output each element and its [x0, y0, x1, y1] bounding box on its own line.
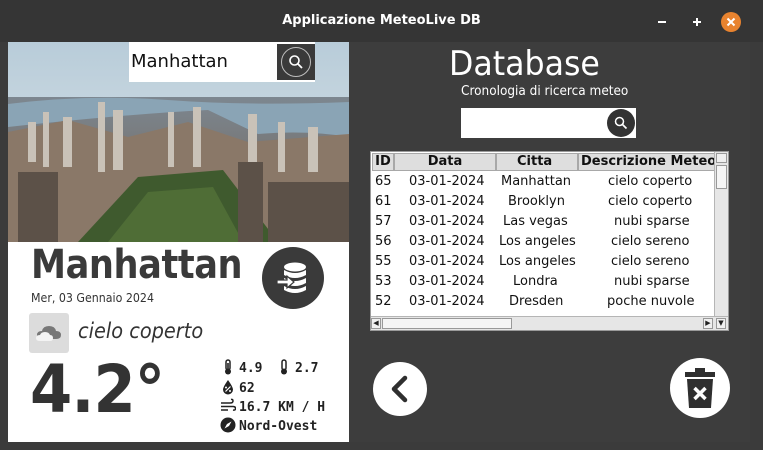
weather-panel: Manhattan Manhattan Mer, 03 Gennaio 2024 [8, 42, 349, 442]
title-bar: Applicazione MeteoLive DB [0, 0, 763, 42]
database-subtitle: Cronologia di ricerca meteo [461, 84, 629, 99]
table-row[interactable]: 52 03-01-2024 Dresden poche nuvole [371, 292, 716, 312]
save-to-database-button[interactable] [262, 247, 324, 309]
search-button[interactable] [277, 44, 315, 80]
scroll-right-arrow[interactable]: ▶ [703, 318, 713, 329]
city-search-input[interactable]: Manhattan [131, 51, 228, 72]
compass-icon [220, 417, 236, 433]
close-icon [726, 17, 736, 27]
humidity-value: 62 [239, 381, 255, 396]
back-button[interactable] [373, 362, 427, 416]
database-title: Database [449, 44, 600, 84]
wind-icon [221, 398, 236, 411]
history-table: ID Data Citta Descrizione Meteo 65 03-01… [370, 151, 729, 331]
humidity: 62 [220, 379, 255, 396]
search-icon [614, 116, 628, 130]
column-header-descrizione[interactable]: Descrizione Meteo [578, 153, 716, 171]
table-row[interactable]: 65 03-01-2024 Manhattan cielo coperto [371, 172, 716, 192]
minimize-icon [658, 21, 666, 23]
column-header-data[interactable]: Data [394, 153, 496, 171]
history-search-input[interactable] [464, 114, 604, 132]
plus-icon [693, 18, 701, 26]
table-vertical-scrollbar[interactable] [714, 152, 728, 316]
delete-history-button[interactable] [670, 358, 730, 418]
maximize-button[interactable] [687, 12, 707, 32]
trash-icon [685, 368, 715, 408]
table-row[interactable]: 55 03-01-2024 Los angeles cielo sereno [371, 252, 716, 272]
search-icon [289, 55, 303, 69]
vertical-scroll-thumb[interactable] [716, 165, 727, 189]
temp-min: 2.7 [276, 359, 318, 376]
app-window: Applicazione MeteoLive DB Manhattan Manh… [0, 0, 763, 450]
horizontal-scroll-thumb[interactable] [382, 318, 512, 329]
scroll-up-arrow[interactable] [716, 153, 727, 163]
wind-speed: 16.7 KM / H [220, 398, 325, 415]
weather-description: cielo coperto [78, 319, 204, 343]
table-header: ID Data Citta Descrizione Meteo [371, 152, 716, 172]
column-header-citta[interactable]: Citta [496, 153, 578, 171]
temp-min-value: 2.7 [295, 361, 319, 376]
thermometer-high-icon [225, 359, 231, 375]
humidity-icon [223, 380, 233, 395]
weather-condition-icon [29, 313, 69, 353]
history-search [461, 108, 636, 138]
main-content: Manhattan Manhattan Mer, 03 Gennaio 2024 [8, 42, 750, 442]
wind-speed-value: 16.7 KM / H [239, 400, 326, 415]
temp-max: 4.9 [220, 359, 262, 376]
history-search-button[interactable] [607, 109, 635, 137]
thermometer-low-icon [281, 359, 287, 375]
table-row[interactable]: 56 03-01-2024 Los angeles cielo sereno [371, 232, 716, 252]
cloud-icon [36, 326, 61, 341]
chevron-left-icon [391, 375, 408, 403]
column-header-id[interactable]: ID [372, 153, 394, 171]
forecast-date: Mer, 03 Gennaio 2024 [31, 291, 154, 305]
scroll-down-arrow[interactable]: ▼ [716, 318, 726, 329]
close-button[interactable] [721, 12, 741, 32]
wind-direction: Nord-Ovest [220, 417, 317, 434]
wind-direction-value: Nord-Ovest [239, 419, 318, 434]
table-row[interactable]: 53 03-01-2024 Londra nubi sparse [371, 272, 716, 292]
database-import-icon [276, 262, 306, 293]
table-row[interactable]: 61 03-01-2024 Brooklyn cielo coperto [371, 192, 716, 212]
scroll-left-arrow[interactable]: ◀ [371, 318, 381, 329]
table-row[interactable]: 57 03-01-2024 Las vegas nubi sparse [371, 212, 716, 232]
table-horizontal-scrollbar[interactable]: ◀ ▶ ▼ [371, 316, 728, 330]
current-temperature: 4.2° [30, 351, 165, 428]
temp-max-value: 4.9 [239, 361, 263, 376]
window-title: Applicazione MeteoLive DB [282, 13, 481, 28]
minimize-button[interactable] [652, 12, 672, 32]
city-name: Manhattan [31, 242, 243, 288]
city-search: Manhattan [129, 42, 315, 82]
